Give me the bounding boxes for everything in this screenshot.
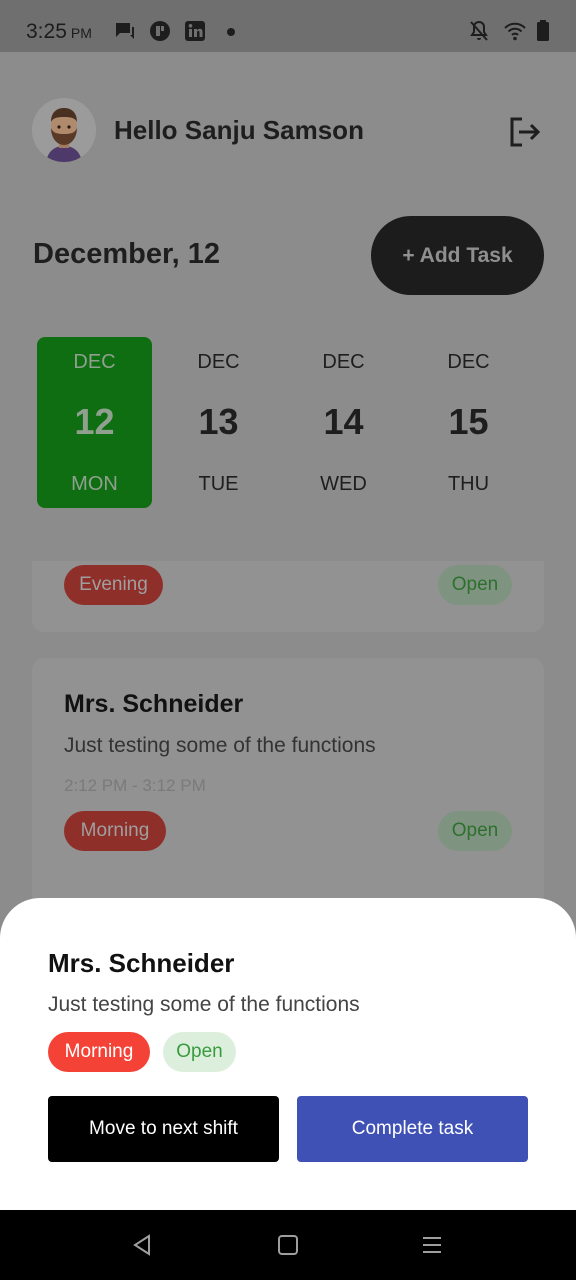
task-time: 2:12 PM - 3:12 PM — [64, 776, 206, 795]
task-title: Mrs. Schneider — [64, 690, 244, 718]
status-pill: Open — [163, 1032, 236, 1072]
task-description: Just testing some of the functions — [64, 734, 376, 757]
shift-pill: Morning — [64, 811, 166, 851]
status-time: 3:25 PM — [26, 20, 92, 43]
day-weekday: TUE — [198, 473, 239, 495]
day-item-13[interactable]: DEC 13 TUE — [161, 337, 276, 508]
app-icon — [150, 21, 170, 41]
avatar[interactable] — [32, 98, 96, 162]
user-avatar-icon — [32, 98, 96, 162]
day-item-12[interactable]: DEC 12 MON — [37, 337, 152, 508]
task-card[interactable]: Mrs. Schneider Just testing some of the … — [32, 658, 544, 908]
logout-icon[interactable] — [506, 114, 542, 150]
move-next-shift-button[interactable]: Move to next shift — [48, 1096, 279, 1162]
battery-icon — [537, 20, 549, 41]
day-month: DEC — [447, 351, 490, 373]
complete-task-button[interactable]: Complete task — [297, 1096, 528, 1162]
day-item-14[interactable]: DEC 14 WED — [286, 337, 401, 508]
back-icon[interactable] — [131, 1234, 153, 1256]
day-number: 14 — [323, 401, 364, 442]
status-bar: 3:25 PM — [0, 0, 576, 52]
day-number: 12 — [74, 401, 115, 442]
day-month: DEC — [197, 351, 240, 373]
shift-pill: Evening — [64, 565, 163, 605]
status-pill: Open — [438, 565, 512, 605]
day-month: DEC — [322, 351, 365, 373]
bell-off-icon — [470, 20, 488, 41]
add-task-button[interactable]: + Add Task — [371, 216, 544, 295]
sheet-description: Just testing some of the functions — [48, 993, 360, 1016]
day-number: 13 — [198, 401, 239, 442]
day-item-15[interactable]: DEC 15 THU — [411, 337, 526, 508]
chat-icon — [116, 23, 134, 39]
menu-icon[interactable] — [421, 1234, 443, 1256]
wifi-icon — [504, 22, 526, 41]
shift-pill: Morning — [48, 1032, 150, 1072]
day-weekday: WED — [320, 473, 367, 495]
greeting-text: Hello Sanju Samson — [114, 115, 364, 145]
day-number: 15 — [448, 401, 489, 442]
day-month: DEC — [73, 351, 116, 373]
status-pill: Open — [438, 811, 512, 851]
task-card[interactable]: Evening Open — [32, 561, 544, 632]
sheet-title: Mrs. Schneider — [48, 948, 235, 978]
day-weekday: MON — [71, 473, 118, 495]
navigation-bar — [0, 1210, 576, 1280]
day-weekday: THU — [447, 473, 490, 495]
linkedin-icon — [185, 21, 205, 41]
date-title: December, 12 — [33, 238, 221, 270]
home-icon[interactable] — [277, 1234, 299, 1256]
task-bottom-sheet: Mrs. Schneider Just testing some of the … — [0, 898, 576, 1210]
dot-icon — [227, 28, 235, 36]
